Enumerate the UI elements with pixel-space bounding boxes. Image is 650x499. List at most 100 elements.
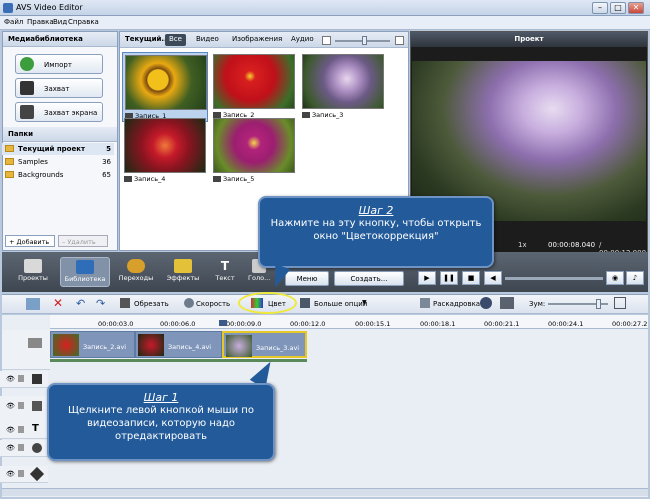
folder-icon — [5, 158, 14, 165]
eye-icon[interactable]: 👁 — [6, 444, 15, 452]
lock-icon[interactable] — [18, 375, 24, 382]
dropdown-arrow-icon[interactable]: ▼ — [362, 299, 367, 306]
text-label: Текст — [215, 274, 235, 282]
minimize-button[interactable]: – — [592, 2, 608, 14]
time-current: 00:00:08.040 — [548, 241, 596, 249]
text-track-icon: T — [32, 423, 39, 434]
media-library-title: Медиабиблиотека — [3, 32, 117, 47]
media-thumb-5[interactable]: Запись_5 — [211, 116, 297, 186]
ruler-label: 00:00:12.0 — [290, 320, 326, 328]
redo-icon[interactable]: ↷ — [96, 297, 105, 310]
volume-button[interactable]: ♪ — [626, 271, 644, 285]
media-thumb-3[interactable]: Запись_3 — [300, 52, 386, 122]
prev-frame-button[interactable]: ◀ — [484, 271, 502, 285]
ruler-label: 00:00:03.0 — [98, 320, 134, 328]
view-icon[interactable] — [500, 297, 514, 309]
maximize-button[interactable]: □ — [610, 2, 626, 14]
screen-capture-button[interactable]: Захват экрана — [15, 102, 103, 122]
folder-count: 65 — [102, 171, 111, 179]
media-thumb-1[interactable]: Запись_1 — [122, 52, 208, 122]
menu-help[interactable]: Справка — [68, 18, 99, 26]
folder-item-backgrounds[interactable]: Backgrounds 65 — [2, 169, 114, 181]
step1-text: Щелкните левой кнопкой мыши по видеозапи… — [68, 405, 254, 442]
playback-seek-slider[interactable] — [505, 277, 603, 280]
lock-icon[interactable] — [18, 426, 24, 433]
delete-icon[interactable]: ✕ — [53, 296, 63, 310]
thumb-image — [213, 118, 295, 173]
timeline-tool-icon[interactable] — [26, 298, 40, 310]
clip-name: Запись_2.avi — [83, 343, 127, 351]
step1-title: Шаг 1 — [143, 391, 179, 404]
fit-icon[interactable] — [614, 297, 626, 309]
more-options-button[interactable]: Больше опций — [314, 300, 367, 308]
play-button[interactable]: ▶ — [418, 271, 436, 285]
timeline-clip-3-selected[interactable]: Запись_3.avi — [222, 331, 307, 358]
menu-file[interactable]: Файл — [4, 18, 23, 26]
text-button[interactable]: T Текст — [200, 257, 250, 287]
zoom-handle[interactable] — [596, 299, 601, 309]
menu-edit[interactable]: Правка — [27, 18, 54, 26]
small-thumbs-icon[interactable] — [322, 36, 331, 45]
playback-speed: 1x — [518, 241, 527, 249]
eye-icon[interactable]: 👁 — [6, 470, 15, 478]
storyboard-button[interactable]: Раскадровка — [433, 300, 480, 308]
playhead-marker[interactable] — [219, 320, 227, 326]
slider-handle[interactable] — [362, 36, 367, 45]
lock-icon[interactable] — [18, 444, 24, 451]
ruler-label: 00:00:15.1 — [355, 320, 391, 328]
effects-track-icon — [32, 374, 42, 384]
add-folder-button[interactable]: + Добавить — [5, 235, 55, 247]
tab-audio[interactable]: Аудио — [287, 34, 318, 46]
thumb-caption: Запись_4 — [134, 175, 166, 183]
lock-icon[interactable] — [18, 402, 24, 409]
pause-button[interactable]: ❚❚ — [440, 271, 458, 285]
folder-count: 5 — [106, 145, 111, 153]
lock-icon[interactable] — [18, 470, 24, 477]
speed-button[interactable]: Скорость — [196, 300, 230, 308]
projects-button[interactable]: Проекты — [8, 257, 58, 287]
projects-label: Проекты — [18, 274, 48, 282]
timeline-clip-2[interactable]: Запись_4.avi — [135, 331, 222, 358]
timeline-scrollbar[interactable] — [2, 488, 648, 496]
capture-button[interactable]: Захват — [15, 78, 103, 98]
track-header-1: 👁 — [0, 371, 48, 388]
tab-video[interactable]: Видео — [192, 34, 223, 46]
undo-icon[interactable]: ↶ — [76, 297, 85, 310]
tab-images[interactable]: Изображения — [228, 34, 286, 46]
thumb-image — [213, 54, 295, 109]
menu-button[interactable]: Меню — [285, 271, 329, 286]
transitions-button[interactable]: Переходы — [111, 257, 161, 287]
large-thumbs-icon[interactable] — [395, 36, 404, 45]
transitions-label: Переходы — [118, 274, 154, 282]
tab-all[interactable]: Все — [165, 34, 186, 46]
capture-label: Захват — [44, 85, 70, 93]
audio-icon[interactable] — [480, 297, 492, 309]
add-label: Добавить — [16, 238, 50, 246]
close-button[interactable]: ✕ — [628, 2, 644, 14]
eye-icon[interactable]: 👁 — [6, 426, 15, 434]
eye-icon[interactable]: 👁 — [6, 402, 15, 410]
trim-button[interactable]: Обрезать — [134, 300, 169, 308]
effects-icon — [174, 259, 192, 273]
title-bar: AVS Video Editor – □ ✕ — [0, 0, 650, 16]
remove-folder-button[interactable]: – Удалить — [58, 235, 108, 247]
thumb-image — [125, 55, 207, 110]
eye-icon[interactable]: 👁 — [6, 375, 15, 383]
library-button[interactable]: Библиотека — [60, 257, 110, 287]
clip-thumb — [53, 334, 79, 356]
media-thumb-4[interactable]: Запись_4 — [122, 116, 208, 186]
stop-button[interactable]: ■ — [462, 271, 480, 285]
folders-title: Папки — [3, 127, 117, 142]
video-track-icon — [28, 338, 42, 348]
overlay-track-icon — [32, 401, 42, 411]
snapshot-button[interactable]: ◉ — [606, 271, 624, 285]
timeline-clip-1[interactable]: Запись_2.avi — [50, 331, 135, 358]
menu-view[interactable]: Вид — [53, 18, 67, 26]
folder-item-samples[interactable]: Samples 36 — [2, 156, 114, 168]
import-button[interactable]: Импорт — [15, 54, 103, 74]
window-title: AVS Video Editor — [16, 3, 83, 12]
folder-item-current-project[interactable]: Текущий проект 5 — [2, 143, 114, 155]
create-button[interactable]: Создать... — [334, 271, 404, 286]
media-thumb-2[interactable]: Запись_2 — [211, 52, 297, 122]
projects-icon — [24, 259, 42, 273]
